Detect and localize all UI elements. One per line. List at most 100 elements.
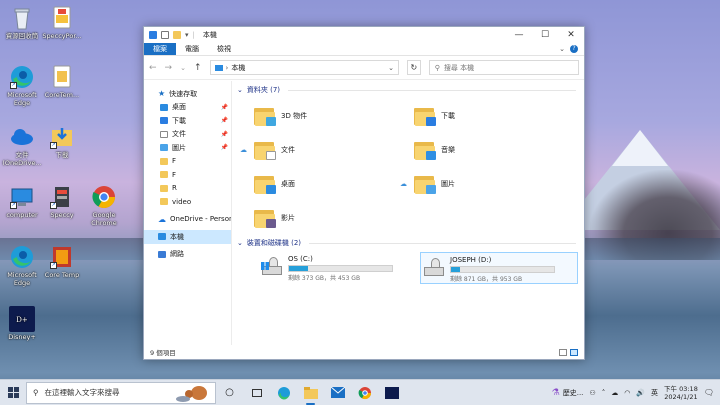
sidebar-item-documents[interactable]: 文件 📌 bbox=[144, 128, 231, 142]
notifications-icon[interactable]: 🗨 bbox=[704, 388, 714, 397]
sidebar-item-desktop[interactable]: 桌面 📌 bbox=[144, 101, 231, 115]
folder-3d-objects[interactable]: 3D 物件 bbox=[254, 99, 414, 133]
edge-icon bbox=[277, 386, 290, 400]
drive-d[interactable]: JOSEPH (D:) 剩餘 871 GB，共 953 GB bbox=[420, 252, 578, 284]
properties-quick-icon[interactable] bbox=[161, 31, 169, 39]
document-icon bbox=[160, 130, 168, 138]
folder-documents[interactable]: ☁ 文件 bbox=[240, 133, 414, 167]
pictures-icon bbox=[160, 144, 168, 152]
address-text: 本機 bbox=[231, 63, 246, 72]
refresh-button[interactable]: ↻ bbox=[406, 60, 421, 75]
desktop-icon-speccy-portable[interactable]: SpeccyPor... bbox=[40, 5, 84, 41]
folders-group-header[interactable]: ⌄ 資料夾 (7) bbox=[232, 84, 584, 96]
sidebar-item-onedrive[interactable]: ☁ OneDrive - Persona bbox=[144, 213, 231, 227]
sidebar-item-quick-access[interactable]: ★ 快速存取 bbox=[144, 87, 231, 101]
sidebar-item-this-pc[interactable]: 本機 bbox=[144, 230, 231, 244]
drive-c[interactable]: OS (C:) 剩餘 373 GB，共 453 GB bbox=[259, 252, 416, 284]
disney-plus-icon bbox=[384, 386, 399, 399]
tab-computer[interactable]: 電腦 bbox=[176, 43, 208, 55]
wifi-icon[interactable]: ◠ bbox=[624, 389, 630, 397]
desktop-icon-downloads[interactable]: ↗ 下載 bbox=[40, 124, 84, 160]
folders-grid: 3D 物件 下載 ☁ 文件 音樂 桌面 ☁ 圖片 影片 bbox=[232, 99, 584, 235]
sidebar-item-f-2[interactable]: F bbox=[144, 168, 231, 182]
sidebar-item-network[interactable]: 網路 bbox=[144, 248, 231, 262]
desktop-icon-edge[interactable]: ↗ Microsoft Edge bbox=[0, 64, 44, 107]
sidebar-item-downloads[interactable]: 下載 📌 bbox=[144, 114, 231, 128]
new-folder-quick-icon[interactable] bbox=[173, 31, 181, 39]
search-icon: ⚲ bbox=[33, 388, 39, 397]
clock[interactable]: 下午 03:18 2024/1/21 bbox=[664, 385, 698, 401]
desktop-icon-speccy[interactable]: ↗ Speccy bbox=[40, 184, 84, 220]
drives-group-header[interactable]: ⌄ 裝置和磁碟機 (2) bbox=[232, 237, 584, 249]
taskbar-chrome[interactable] bbox=[351, 380, 378, 405]
taskbar-search-box[interactable]: ⚲ 在這裡輸入文字來搜尋 bbox=[26, 381, 216, 404]
network-icon bbox=[158, 250, 166, 258]
search-placeholder: 搜尋 本機 bbox=[443, 63, 475, 72]
sidebar-item-pictures[interactable]: 圖片 📌 bbox=[144, 141, 231, 155]
folder-desktop[interactable]: 桌面 bbox=[254, 167, 414, 201]
expand-ribbon-icon[interactable]: ⌄ bbox=[559, 45, 565, 53]
address-bar[interactable]: › 本機 ⌄ bbox=[209, 60, 399, 75]
sidebar-item-f-1[interactable]: F bbox=[144, 155, 231, 169]
desktop-folder-icon bbox=[254, 173, 276, 195]
sidebar-item-video[interactable]: video bbox=[144, 195, 231, 209]
cloud-icon[interactable]: ☁ bbox=[611, 389, 618, 397]
pin-icon: 📌 bbox=[220, 103, 228, 111]
cortana-icon: ○ bbox=[225, 387, 234, 398]
group-divider bbox=[309, 242, 576, 244]
taskbar-mail[interactable] bbox=[324, 380, 351, 405]
people-icon[interactable]: ⚇ bbox=[589, 389, 595, 397]
details-view-button[interactable] bbox=[559, 348, 567, 356]
up-button[interactable]: ↑ bbox=[194, 63, 202, 73]
breadcrumb-separator: › bbox=[225, 63, 229, 72]
shortcut-arrow-icon: ↗ bbox=[10, 202, 17, 209]
customize-toolbar-chevron-icon[interactable]: ▾ bbox=[185, 31, 189, 39]
desktop-icon-coretemp-file[interactable]: CoreTem... bbox=[40, 64, 84, 100]
address-dropdown-icon[interactable]: ⌄ bbox=[388, 64, 394, 72]
pin-icon: 📌 bbox=[220, 144, 228, 152]
search-input[interactable]: ⚲ 搜尋 本機 bbox=[428, 60, 579, 75]
music-folder-icon bbox=[414, 139, 436, 161]
task-view-button[interactable]: ○ bbox=[216, 380, 243, 405]
start-button[interactable] bbox=[0, 387, 26, 398]
chrome-icon bbox=[358, 386, 371, 399]
taskbar-disney-plus[interactable] bbox=[378, 380, 405, 405]
show-hidden-icons-chevron[interactable]: ˄ bbox=[602, 389, 606, 397]
desktop-icon-edge-2[interactable]: Microsoft Edge bbox=[0, 244, 44, 287]
forward-button[interactable]: → bbox=[165, 63, 173, 73]
maximize-button[interactable]: ☐ bbox=[532, 27, 558, 43]
tab-view[interactable]: 檢視 bbox=[208, 43, 240, 55]
minimize-button[interactable]: — bbox=[506, 27, 532, 43]
folder-icon bbox=[160, 171, 168, 179]
folder-music[interactable]: 音樂 bbox=[414, 133, 574, 167]
close-button[interactable]: ✕ bbox=[558, 27, 584, 43]
folder-downloads[interactable]: 下載 bbox=[414, 99, 574, 133]
tab-file[interactable]: 檔案 bbox=[144, 43, 176, 55]
large-icons-view-button[interactable] bbox=[570, 348, 578, 356]
back-button[interactable]: ← bbox=[149, 63, 157, 73]
collapse-chevron-icon: ⌄ bbox=[237, 239, 243, 247]
taskbar-task-view[interactable] bbox=[243, 380, 270, 405]
desktop-icon-chrome[interactable]: Google Chrome bbox=[82, 184, 126, 227]
folder-pictures[interactable]: ☁ 圖片 bbox=[400, 167, 574, 201]
folder-videos[interactable]: 影片 bbox=[254, 201, 414, 235]
news-widget[interactable]: ⚗ 歷史... bbox=[552, 388, 584, 398]
taskbar-file-explorer[interactable] bbox=[297, 380, 324, 405]
help-icon[interactable]: ? bbox=[570, 45, 578, 53]
desktop-icon-computer[interactable]: ↗ computer bbox=[0, 184, 44, 220]
desktop-icon-coretemp[interactable]: ↗ Core Temp bbox=[40, 244, 84, 280]
search-highlight-squirrel-icon bbox=[176, 385, 207, 402]
system-tray: ⚗ 歷史... ⚇ ˄ ☁ ◠ 🔊 英 下午 03:18 2024/1/21 🗨 bbox=[552, 385, 720, 401]
taskbar-edge[interactable] bbox=[270, 380, 297, 405]
sidebar-item-r[interactable]: R bbox=[144, 182, 231, 196]
desktop-icon-onedrive-documents[interactable]: 文件 (OneDrive... bbox=[0, 124, 44, 167]
documents-folder-icon bbox=[254, 139, 276, 161]
desktop-icon-disney-plus[interactable]: D+ Disney+ bbox=[0, 306, 44, 342]
ime-indicator[interactable]: 英 bbox=[651, 388, 658, 398]
recent-locations-button[interactable]: ⌄ bbox=[180, 64, 186, 72]
edge-icon: ↗ bbox=[9, 64, 35, 90]
this-pc-icon bbox=[214, 64, 223, 71]
ribbon-tabs: 檔案 電腦 檢視 ⌄ ? bbox=[144, 43, 584, 56]
volume-icon[interactable]: 🔊 bbox=[636, 389, 645, 397]
desktop-icon-recycle-bin[interactable]: 資源回收筒 bbox=[0, 5, 44, 41]
